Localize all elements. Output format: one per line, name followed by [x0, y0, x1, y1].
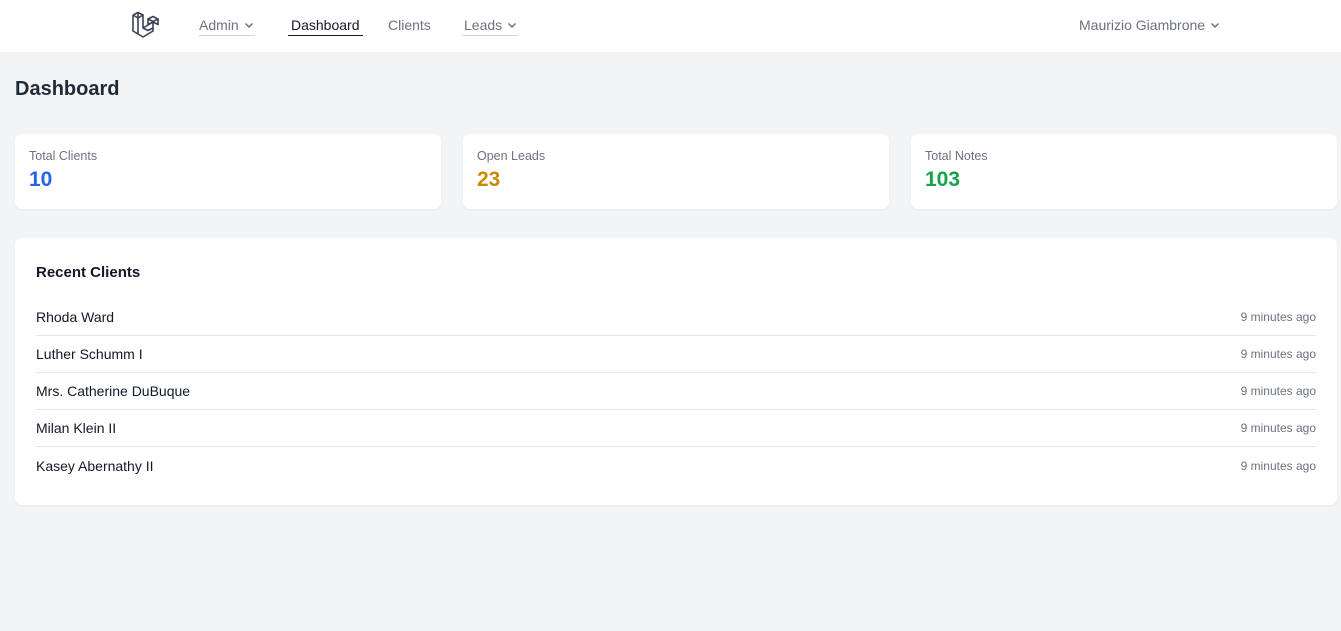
- nav-dashboard-underline: [288, 34, 363, 36]
- nav-admin-underline: [199, 35, 255, 36]
- client-name[interactable]: Luther Schumm I: [36, 346, 143, 362]
- stat-value: 103: [925, 168, 961, 191]
- page-title: Dashboard: [15, 78, 120, 100]
- client-name[interactable]: Kasey Abernathy II: [36, 458, 154, 474]
- client-time: 9 minutes ago: [1240, 347, 1316, 361]
- client-name[interactable]: Milan Klein II: [36, 420, 116, 436]
- recent-clients-title: Recent Clients: [36, 264, 141, 281]
- nav-leads-label: Leads: [464, 17, 503, 33]
- list-item[interactable]: Mrs. Catherine DuBuque 9 minutes ago: [36, 373, 1316, 410]
- client-time: 9 minutes ago: [1240, 421, 1316, 435]
- stat-card-total-clients: Total Clients 10: [15, 134, 441, 209]
- nav-clients[interactable]: Clients: [388, 0, 431, 36]
- stat-label: Total Notes: [925, 149, 988, 163]
- list-item[interactable]: Luther Schumm I 9 minutes ago: [36, 336, 1316, 373]
- stat-value: 23: [477, 168, 501, 191]
- top-navbar: Admin Dashboard Clients Leads Maurizio G…: [0, 0, 1341, 53]
- laravel-logo-icon[interactable]: [131, 11, 162, 40]
- stat-card-open-leads: Open Leads 23: [463, 134, 889, 209]
- stat-card-total-notes: Total Notes 103: [911, 134, 1337, 209]
- list-item[interactable]: Milan Klein II 9 minutes ago: [36, 410, 1316, 447]
- nav-leads-underline: [462, 35, 519, 36]
- stat-label: Open Leads: [477, 149, 546, 163]
- nav-dashboard-label: Dashboard: [291, 17, 360, 33]
- nav-clients-label: Clients: [388, 17, 431, 33]
- user-name: Maurizio Giambrone: [1079, 17, 1206, 33]
- nav-admin[interactable]: Admin: [199, 0, 255, 36]
- recent-clients-panel: Recent Clients Rhoda Ward 9 minutes ago …: [15, 238, 1337, 505]
- chevron-down-icon: [508, 22, 517, 29]
- recent-clients-list: Rhoda Ward 9 minutes ago Luther Schumm I…: [36, 299, 1316, 484]
- client-name[interactable]: Mrs. Catherine DuBuque: [36, 383, 190, 399]
- chevron-down-icon: [1211, 22, 1220, 29]
- client-time: 9 minutes ago: [1240, 458, 1316, 473]
- chevron-down-icon: [244, 22, 253, 29]
- stat-value: 10: [29, 168, 53, 191]
- client-time: 9 minutes ago: [1240, 384, 1316, 398]
- list-item[interactable]: Rhoda Ward 9 minutes ago: [36, 299, 1316, 336]
- stat-label: Total Clients: [29, 149, 98, 163]
- client-name[interactable]: Rhoda Ward: [36, 309, 114, 325]
- nav-admin-label: Admin: [199, 17, 239, 33]
- list-item[interactable]: Kasey Abernathy II 9 minutes ago: [36, 447, 1316, 484]
- nav-dashboard[interactable]: Dashboard: [288, 0, 363, 36]
- nav-leads[interactable]: Leads: [462, 0, 519, 36]
- user-menu[interactable]: Maurizio Giambrone: [1079, 16, 1221, 34]
- client-time: 9 minutes ago: [1240, 310, 1316, 324]
